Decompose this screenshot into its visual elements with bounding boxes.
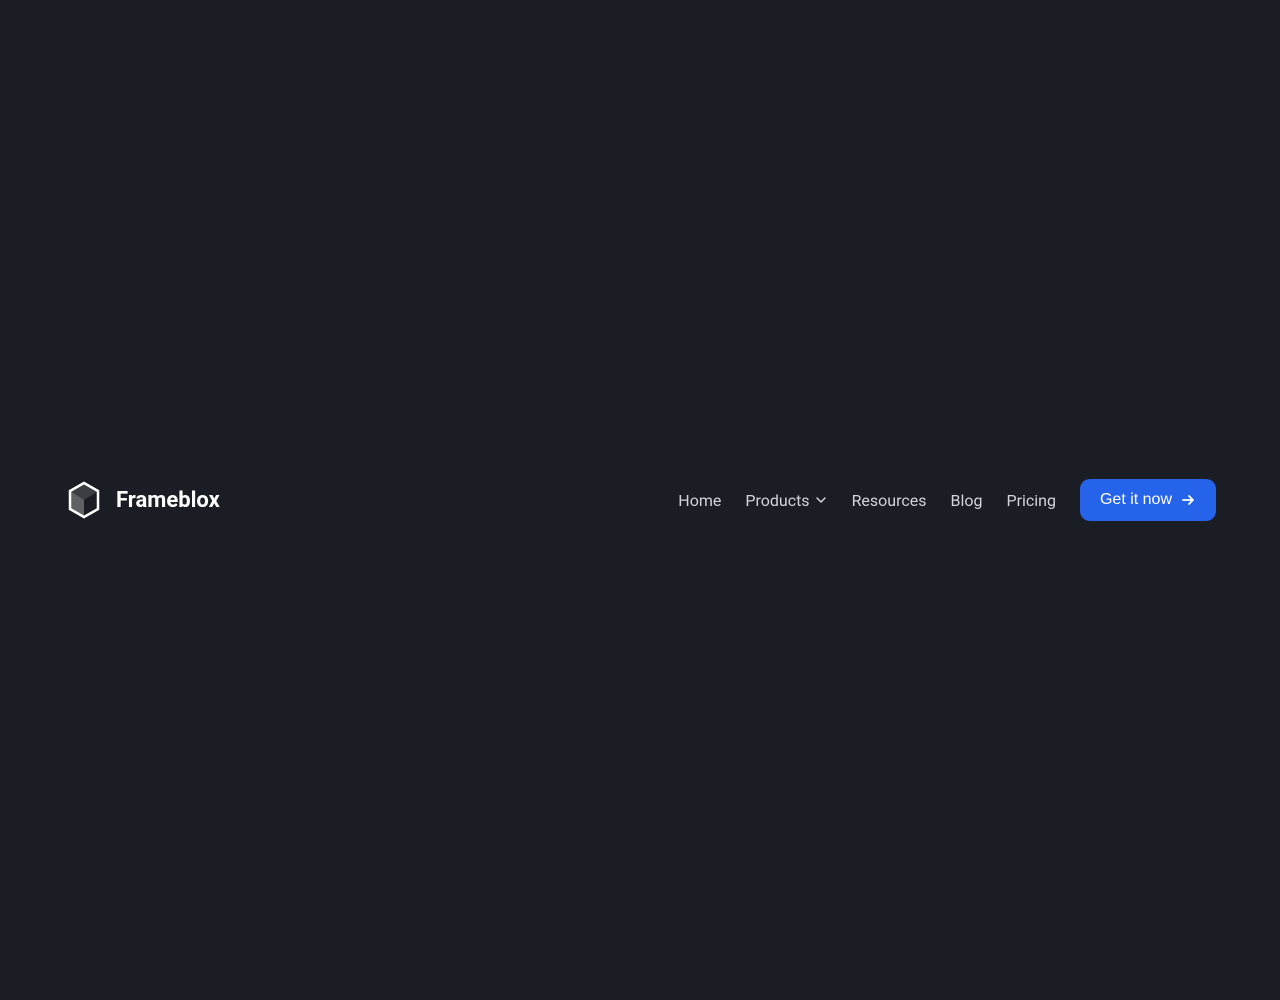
nav-link-home[interactable]: Home [678, 491, 721, 510]
nav-link-blog[interactable]: Blog [951, 491, 983, 510]
nav-link-label: Resources [852, 491, 927, 510]
chevron-down-icon [814, 493, 828, 507]
nav-link-label: Home [678, 491, 721, 510]
navbar: Frameblox Home Products Resources Blog [0, 464, 1280, 536]
nav-right: Home Products Resources Blog Pricing [678, 479, 1216, 521]
hexagon-logo-icon [64, 480, 104, 520]
get-it-now-button[interactable]: Get it now [1080, 479, 1216, 521]
brand-logo[interactable]: Frameblox [64, 480, 220, 520]
nav-link-label: Blog [951, 491, 983, 510]
nav-link-label: Products [745, 491, 809, 510]
nav-link-label: Pricing [1006, 491, 1056, 510]
cta-button-label: Get it now [1100, 491, 1172, 509]
nav-link-resources[interactable]: Resources [852, 491, 927, 510]
brand-name: Frameblox [116, 488, 220, 513]
nav-link-products[interactable]: Products [745, 491, 827, 510]
arrow-right-icon [1180, 492, 1196, 508]
nav-link-pricing[interactable]: Pricing [1006, 491, 1056, 510]
nav-links: Home Products Resources Blog Pricing [678, 491, 1056, 510]
